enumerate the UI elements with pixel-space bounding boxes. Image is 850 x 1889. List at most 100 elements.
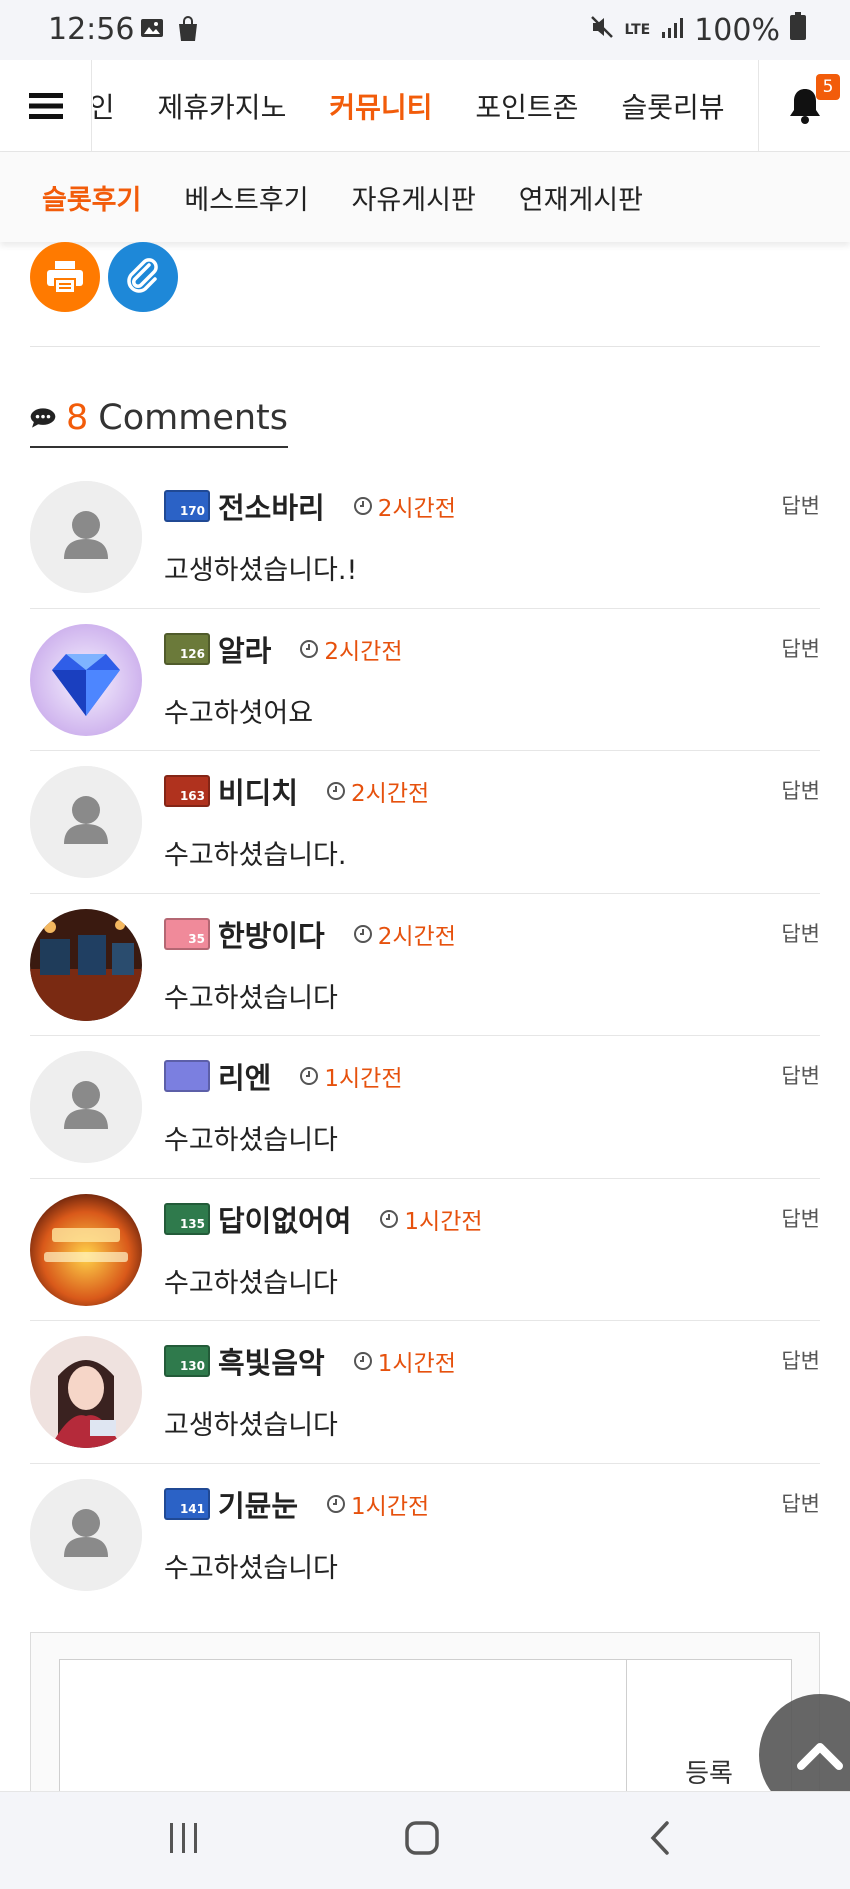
user-icon xyxy=(30,766,142,878)
sub-item-series-board[interactable]: 연재게시판 xyxy=(519,178,643,217)
comment-author[interactable]: 리엔 xyxy=(218,1055,271,1097)
level-badge: 141 xyxy=(164,1487,210,1520)
level-badge: 126 xyxy=(164,632,210,665)
reply-button[interactable]: 답변 xyxy=(781,1345,820,1375)
avatar[interactable] xyxy=(30,1051,142,1163)
comment-meta: 135 답이없어여 1시간전 xyxy=(164,1199,483,1239)
comment-text: 고생하셨습니다 xyxy=(164,1410,338,1441)
home-button[interactable] xyxy=(404,1820,440,1860)
print-button[interactable] xyxy=(30,242,100,312)
comment-author[interactable]: 흑빛음악 xyxy=(218,1340,325,1382)
sub-item-free-board[interactable]: 자유게시판 xyxy=(352,178,476,217)
battery-icon xyxy=(790,12,806,48)
comment-time-text: 2시간전 xyxy=(377,496,456,522)
comment-meta: 170 전소바리 2시간전 xyxy=(164,486,456,526)
avatar[interactable] xyxy=(30,1478,142,1591)
submit-label: 등록 xyxy=(685,1758,733,1789)
avatar[interactable] xyxy=(30,908,142,1021)
clock-icon xyxy=(353,924,372,943)
nav-item-partner-casino[interactable]: 제휴카지노 xyxy=(158,86,287,126)
clock-icon xyxy=(353,1352,372,1370)
avatar[interactable] xyxy=(30,623,142,736)
comment-text: 수고하셨습니다 xyxy=(164,1267,338,1299)
comment-text: 수고하셨습니다. xyxy=(164,840,347,871)
level-badge: 170 xyxy=(164,490,210,522)
recent-apps-button[interactable] xyxy=(168,1820,200,1860)
avatar[interactable] xyxy=(30,1193,142,1306)
comment-time-text: 2시간전 xyxy=(351,781,430,807)
nav-item-community[interactable]: 커뮤니티 xyxy=(329,86,432,126)
menu-icon xyxy=(28,93,63,119)
reply-button[interactable]: 답변 xyxy=(781,918,820,948)
home-icon xyxy=(405,1821,439,1855)
comment-text: 수고하셨습니다 xyxy=(164,1125,338,1156)
back-icon xyxy=(650,1821,669,1855)
system-navigation-bar xyxy=(0,1791,850,1889)
comment-textarea[interactable] xyxy=(59,1659,627,1809)
comment-icon xyxy=(30,408,56,428)
comment-time-text: 1시간전 xyxy=(324,1066,403,1092)
reply-button[interactable]: 답변 xyxy=(781,1203,820,1233)
comment-time: 1시간전 xyxy=(379,1202,483,1236)
reply-button[interactable]: 답변 xyxy=(781,1060,820,1090)
avatar[interactable] xyxy=(30,766,142,878)
comment-write-box: 등록 xyxy=(30,1632,820,1809)
gallery-icon xyxy=(140,16,164,44)
sub-item-best-review[interactable]: 베스트후기 xyxy=(184,178,308,217)
comment-time-text: 2시간전 xyxy=(377,923,456,950)
recent-apps-icon xyxy=(170,1823,197,1853)
battery-text: 100% xyxy=(694,12,780,48)
nav-item-point-zone[interactable]: 포인트존 xyxy=(475,86,578,126)
top-navigation: 메인 제휴카지노 커뮤니티 포인트존 슬롯리뷰 5 xyxy=(0,60,850,152)
status-right: LTE 100% xyxy=(589,12,806,48)
level-badge: 130 xyxy=(164,1345,210,1377)
comment-item: 170 전소바리 2시간전 답변 고생하셨습니다.! xyxy=(30,466,820,609)
reply-button[interactable]: 답변 xyxy=(781,633,820,663)
comment-item: 141 기뮨눈 1시간전 답변수고하셨습니다 xyxy=(30,1464,820,1607)
reply-button[interactable]: 답변 xyxy=(781,775,820,805)
nav-item-slot-review[interactable]: 슬롯리뷰 xyxy=(621,86,724,126)
comment-author[interactable]: 전소바리 xyxy=(218,485,325,527)
comment-item: 35 한방이다 2시간전 답변 수고하셨습니다 xyxy=(30,894,820,1036)
reply-button[interactable]: 답변 xyxy=(781,1488,820,1518)
comment-list: 170 전소바리 2시간전 답변 고생하셨습니다.! 126 알라 2시간전 답변 수고하셧어요 1… xyxy=(30,466,820,1606)
comment-author[interactable]: 답이없어여 xyxy=(218,1198,351,1240)
comment-author[interactable]: 비디치 xyxy=(218,770,298,812)
nav-scroll[interactable]: 메인 제휴카지노 커뮤니티 포인트존 슬롯리뷰 xyxy=(93,60,758,152)
notification-button[interactable]: 5 xyxy=(758,60,850,152)
jackpot-avatar xyxy=(30,1193,142,1306)
nav-item-main[interactable]: 메인 xyxy=(93,86,115,126)
sub-item-slot-review[interactable]: 슬롯후기 xyxy=(42,178,141,217)
avatar[interactable] xyxy=(30,1336,142,1448)
copy-link-button[interactable] xyxy=(108,242,178,312)
comment-author[interactable]: 기뮨눈 xyxy=(218,1483,298,1525)
print-icon xyxy=(47,261,83,294)
share-buttons xyxy=(30,242,178,312)
level-badge: 35 xyxy=(164,917,210,950)
user-icon xyxy=(30,481,142,593)
level-badge: 163 xyxy=(164,775,210,807)
comment-item: 리엔 1시간전 답변수고하셨습니다 xyxy=(30,1036,820,1179)
menu-button[interactable] xyxy=(0,60,92,152)
comment-item: 163 비디치 2시간전 답변수고하셨습니다. xyxy=(30,751,820,894)
user-icon xyxy=(30,1478,142,1591)
avatar[interactable] xyxy=(30,481,142,593)
comment-time: 2시간전 xyxy=(353,489,456,523)
reply-button[interactable]: 답변 xyxy=(781,490,820,520)
comment-item: 130 흑빛음악 1시간전 답변고생하셨습니다 xyxy=(30,1321,820,1464)
casino-avatar xyxy=(30,908,142,1021)
comment-author[interactable]: 알라 xyxy=(218,628,271,670)
comment-author[interactable]: 한방이다 xyxy=(218,913,325,955)
comment-time-text: 1시간전 xyxy=(377,1351,456,1377)
diamond-avatar xyxy=(30,623,142,736)
clock-icon xyxy=(300,639,319,658)
comment-time: 1시간전 xyxy=(299,1059,403,1093)
clock-icon xyxy=(327,782,346,800)
comment-time-text: 1시간전 xyxy=(404,1208,483,1235)
comment-meta: 141 기뮨눈 1시간전 xyxy=(164,1484,429,1524)
status-bar: 12:56 LTE 100% xyxy=(0,0,850,60)
comment-text: 수고하셨습니다 xyxy=(164,1552,338,1584)
signal-icon xyxy=(660,13,684,48)
notification-badge: 5 xyxy=(816,74,840,100)
back-button[interactable] xyxy=(648,1820,672,1860)
